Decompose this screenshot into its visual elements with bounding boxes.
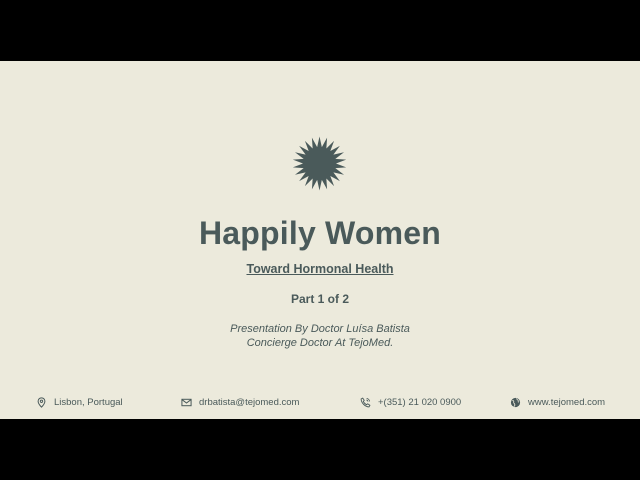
footer-email[interactable]: drbatista@tejomed.com (181, 394, 299, 410)
globe-icon (510, 397, 521, 407)
footer-website[interactable]: www.tejomed.com (510, 394, 605, 410)
starburst-icon (292, 136, 347, 191)
website-text[interactable]: www.tejomed.com (528, 397, 605, 408)
presenter-line-1: Presentation By Doctor Luísa Batista (230, 323, 410, 335)
footer-phone[interactable]: +(351) 21 020 0900 (360, 394, 461, 410)
envelope-icon (181, 398, 192, 406)
footer-location: Lisbon, Portugal (36, 394, 123, 410)
letterbox-bottom (0, 419, 640, 480)
phone-icon (360, 396, 371, 407)
presenter-info: Presentation By Doctor Luísa Batista Con… (0, 322, 640, 350)
footer: Lisbon, Portugal drbatista@tejomed.com +… (0, 394, 640, 410)
email-text[interactable]: drbatista@tejomed.com (199, 397, 299, 408)
slide-title: Happily Women (198, 215, 442, 251)
letterbox-top (0, 0, 640, 61)
location-text: Lisbon, Portugal (54, 396, 123, 408)
part-indicator: Part 1 of 2 (290, 292, 350, 306)
presenter-line-2: Concierge Doctor At TejoMed. (246, 337, 394, 349)
slide-subtitle: Toward Hormonal Health (246, 262, 394, 276)
location-pin-icon (37, 396, 46, 408)
slide: Happily Women Toward Hormonal Health Par… (0, 61, 640, 419)
phone-text[interactable]: +(351) 21 020 0900 (378, 397, 461, 408)
